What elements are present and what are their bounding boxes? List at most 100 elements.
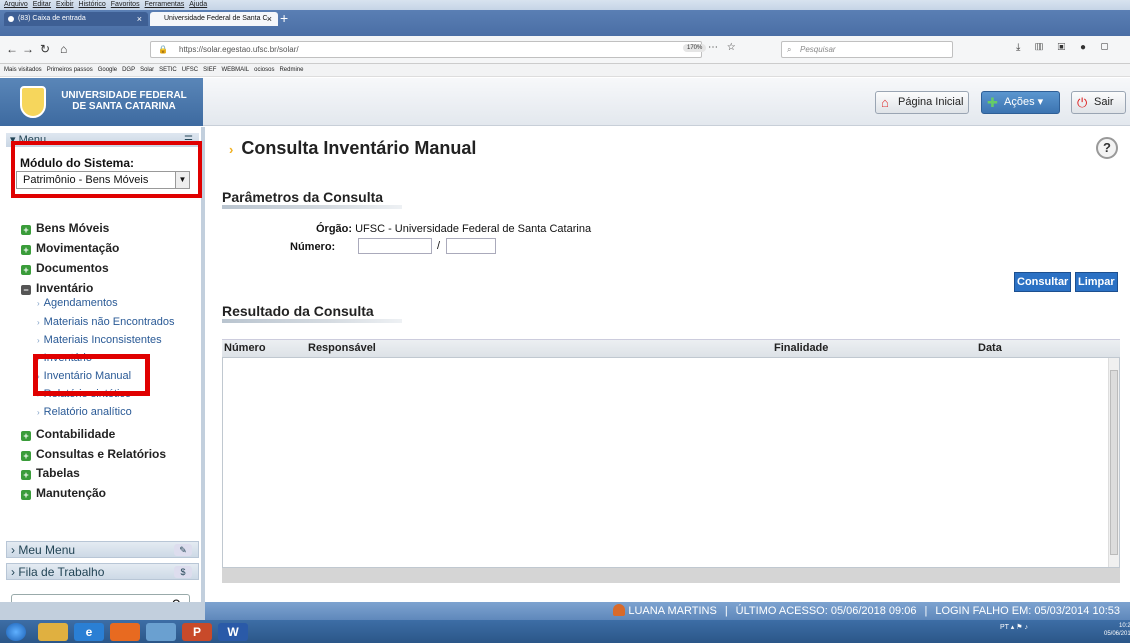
column-header-finalidade[interactable]: Finalidade xyxy=(774,342,828,354)
help-icon[interactable]: ? xyxy=(1096,137,1118,159)
lock-icon: 🔒 xyxy=(158,45,168,54)
result-scrollbar[interactable] xyxy=(1108,358,1119,567)
consultar-button[interactable]: Consultar xyxy=(1014,272,1072,292)
sidebar-item-consultas-relatorios[interactable]: + Consultas e Relatórios xyxy=(21,447,166,461)
tab-label: (83) Caixa de entrada xyxy=(18,15,86,22)
sidebar-item-documentos[interactable]: + Documentos xyxy=(21,261,109,275)
sidebar-item-movimentacao[interactable]: + Movimentação xyxy=(21,241,119,255)
logo-line-1: UNIVERSIDADE FEDERAL xyxy=(61,90,187,101)
browser-tab-inbox[interactable]: (83) Caixa de entrada × xyxy=(4,12,148,26)
back-icon[interactable]: ← xyxy=(6,42,18,56)
home-icon[interactable]: ⌂ xyxy=(60,42,67,56)
close-icon[interactable]: × xyxy=(137,12,142,26)
chevron-right-icon: › xyxy=(229,142,234,157)
plus-icon: + xyxy=(21,265,31,275)
menu-historico[interactable]: Histórico xyxy=(79,1,106,8)
browser-menubar: Arquivo Editar Exibir Histórico Favoritos Fer… xyxy=(0,0,1130,10)
bookmark[interactable]: SETIC xyxy=(159,67,177,73)
forward-icon[interactable]: → xyxy=(22,42,34,56)
status-last-access: ÚLTIMO ACESSO: 05/06/2018 09:06 xyxy=(735,605,917,617)
firefox-icon[interactable] xyxy=(110,623,140,641)
sidebar-subitem-materiais-inconsistentes[interactable]: › Materiais Inconsistentes xyxy=(37,334,162,347)
numero-input[interactable] xyxy=(358,238,432,254)
orgao-label: Órgão: xyxy=(316,223,353,235)
plus-icon: + xyxy=(21,225,31,235)
dollar-icon: $ xyxy=(174,566,192,578)
tab-label: Universidade Federal de Santa C xyxy=(164,15,268,22)
result-section-title: Resultado da Consulta xyxy=(222,303,374,319)
menu-ajuda[interactable]: Ajuda xyxy=(189,1,207,8)
scrollbar-thumb[interactable] xyxy=(1110,370,1118,555)
menu-ferramentas[interactable]: Ferramentas xyxy=(145,1,185,8)
minus-icon: − xyxy=(21,285,31,295)
zoom-badge[interactable]: 170% xyxy=(683,44,707,52)
panel-meu-menu[interactable]: › Meu Menu ✎ xyxy=(6,541,199,558)
reload-icon[interactable]: ↻ xyxy=(40,42,50,56)
orgao-value: UFSC - Universidade Federal de Santa Cat… xyxy=(355,223,592,235)
page-actions[interactable]: ⋯ ☆ xyxy=(708,42,739,53)
plus-icon: + xyxy=(21,245,31,255)
bookmark[interactable]: Mais visitados xyxy=(4,67,42,73)
toolbar-icons[interactable]: ⤓ ▥ ▣ ● ▢ xyxy=(1016,42,1114,53)
orgao-row: Órgão: UFSC - Universidade Federal de San… xyxy=(316,223,591,235)
language-indicator[interactable]: PT xyxy=(1000,624,1009,631)
column-header-responsavel[interactable]: Responsável xyxy=(308,342,376,354)
column-header-data[interactable]: Data xyxy=(978,342,1002,354)
browser-tab-ufsc[interactable]: Universidade Federal de Santa C × xyxy=(150,12,278,26)
home-button[interactable]: ⌂ Página Inicial xyxy=(875,91,969,114)
bookmark[interactable]: DGP xyxy=(122,67,135,73)
bookmark[interactable]: WEBMAIL xyxy=(221,67,249,73)
exit-button[interactable]: ⏻ Sair xyxy=(1071,91,1126,114)
sidebar-item-contabilidade[interactable]: + Contabilidade xyxy=(21,427,115,441)
bookmark[interactable]: Redmine xyxy=(279,67,303,73)
sidebar-subitem-agendamentos[interactable]: › Agendamentos xyxy=(37,297,118,310)
numero-separator: / xyxy=(437,240,441,252)
clock[interactable]: 10:2005/06/2018 xyxy=(1104,622,1130,638)
bookmark[interactable]: SIEF xyxy=(203,67,216,73)
sidebar-item-manutencao[interactable]: + Manutenção xyxy=(21,486,106,500)
url-bar[interactable]: 🔒 https://solar.egestao.ufsc.br/solar/ xyxy=(150,41,702,58)
bookmark[interactable]: Primeiros passos xyxy=(47,67,93,73)
new-tab-icon[interactable]: + xyxy=(280,10,288,26)
bookmark[interactable]: Google xyxy=(98,67,117,73)
ufsc-logo[interactable]: UNIVERSIDADE FEDERAL DE SANTA CATARINA xyxy=(0,78,203,126)
menu-favoritos[interactable]: Favoritos xyxy=(111,1,140,8)
highlight-box-module xyxy=(11,141,202,198)
word-icon[interactable]: W xyxy=(218,623,248,641)
highlight-box-inventario-manual xyxy=(33,354,150,396)
bookmarks-bar: Mais visitados Primeiros passos Google DGP S… xyxy=(0,64,1130,77)
sidebar-item-tabelas[interactable]: + Tabelas xyxy=(21,466,80,480)
folder-icon[interactable] xyxy=(38,623,68,641)
menu-editar[interactable]: Editar xyxy=(33,1,51,8)
chevron-right-icon: › xyxy=(37,318,40,327)
close-icon[interactable]: × xyxy=(267,12,272,26)
menu-exibir[interactable]: Exibir xyxy=(56,1,74,8)
system-tray[interactable]: PT ▴ ⚑ ♪ xyxy=(1000,623,1028,631)
ie-icon[interactable]: e xyxy=(74,623,104,641)
app-icon[interactable] xyxy=(146,623,176,641)
panel-fila-trabalho[interactable]: › Fila de Trabalho $ xyxy=(6,563,199,580)
sidebar-item-bens-moveis[interactable]: + Bens Móveis xyxy=(21,221,109,235)
house-icon: ⌂ xyxy=(881,95,889,110)
column-header-numero[interactable]: Número xyxy=(224,342,266,354)
sidebar-bottom xyxy=(0,602,205,620)
browser-search-input[interactable]: ⌕ Pesquisar xyxy=(781,41,953,58)
ano-input[interactable] xyxy=(446,238,496,254)
status-bar: LUANA MARTINS | ÚLTIMO ACESSO: 05/06/2018 … xyxy=(205,602,1130,620)
menu-arquivo[interactable]: Arquivo xyxy=(4,1,28,8)
bookmark[interactable]: Solar xyxy=(140,67,154,73)
sidebar-subitem-materiais-nao-encontrados[interactable]: › Materiais não Encontrados xyxy=(37,316,175,329)
power-icon: ⏻ xyxy=(1077,95,1088,110)
section-divider xyxy=(222,205,402,209)
start-icon[interactable] xyxy=(6,623,26,641)
plus-icon: + xyxy=(21,431,31,441)
actions-button[interactable]: ✚ Ações ▾ xyxy=(981,91,1060,114)
bookmark[interactable]: UFSC xyxy=(182,67,198,73)
powerpoint-icon[interactable]: P xyxy=(182,623,212,641)
bookmark[interactable]: ociosos xyxy=(254,67,274,73)
sidebar-item-inventario[interactable]: − Inventário xyxy=(21,281,93,295)
sidebar-subitem-relatorio-analitico[interactable]: › Relatório analítico xyxy=(37,406,132,419)
search-icon: ⌕ xyxy=(787,45,792,54)
chevron-down-icon: ▾ xyxy=(1037,96,1044,108)
limpar-button[interactable]: Limpar xyxy=(1075,272,1118,292)
